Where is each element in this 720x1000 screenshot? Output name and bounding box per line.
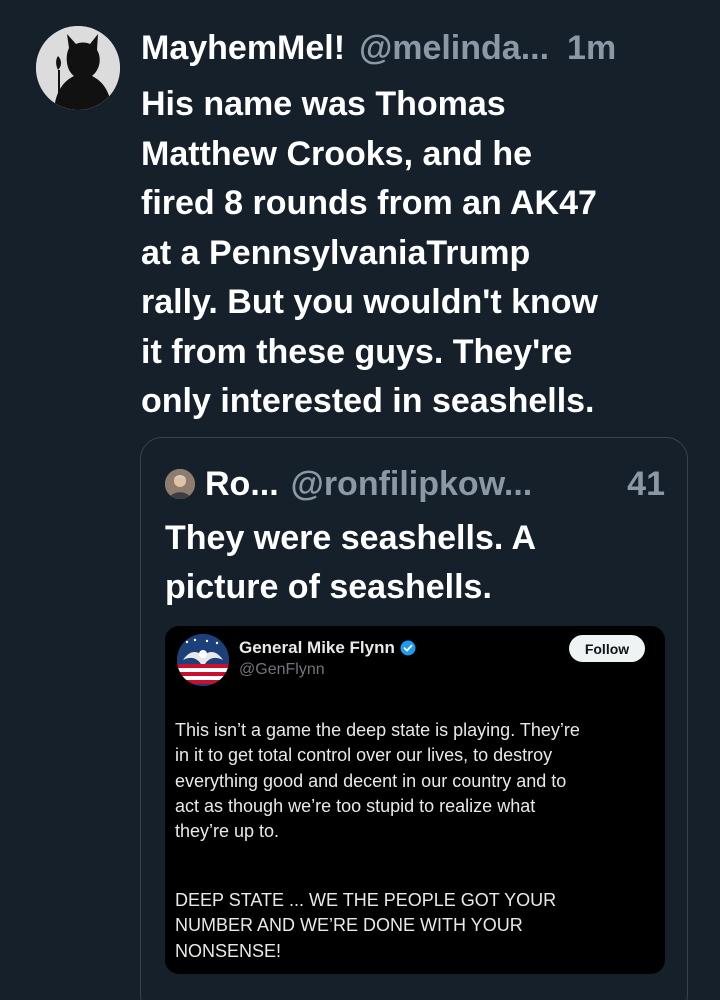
- author-avatar[interactable]: [36, 26, 120, 110]
- quoted-post-text: They were seashells. A picture of seashe…: [165, 519, 537, 606]
- post-timestamp[interactable]: 1m: [567, 29, 616, 68]
- verified-badge-icon: [400, 640, 416, 656]
- post-text: His name was Thomas Matthew Crooks, and …: [141, 85, 599, 420]
- person-avatar-icon: [165, 469, 195, 499]
- silhouette-avatar-icon: [36, 26, 120, 110]
- quoted-author-avatar[interactable]: [165, 469, 195, 499]
- embedded-tweet-text: This isn’t a game the deep state is play…: [175, 720, 580, 842]
- embedded-author-avatar: [177, 634, 229, 686]
- quoted-author-name[interactable]: Ro...: [205, 465, 279, 504]
- author-name[interactable]: MayhemMel!: [141, 29, 345, 68]
- embedded-author-name-row: General Mike Flynn: [239, 638, 416, 658]
- author-handle[interactable]: @melinda...: [359, 29, 549, 68]
- quoted-author-handle[interactable]: @ronfilipkow...: [291, 465, 533, 504]
- follow-button: Follow: [569, 635, 645, 662]
- eagle-flag-avatar-icon: [177, 634, 229, 686]
- embedded-tweet-image[interactable]: General Mike Flynn @GenFlynn Follow This…: [165, 626, 665, 974]
- quoted-post-timestamp[interactable]: 41: [627, 465, 665, 504]
- post-header: MayhemMel! @melinda... 1m: [141, 26, 701, 70]
- post-container: MayhemMel! @melinda... 1m His name was T…: [0, 0, 720, 1000]
- quoted-post[interactable]: Ro... @ronfilipkow... 41 They were seash…: [140, 437, 688, 1000]
- quoted-post-header: Ro... @ronfilipkow... 41: [165, 462, 665, 506]
- embedded-tweet-text-2: DEEP STATE ... WE THE PEOPLE GOT YOUR NU…: [175, 890, 557, 961]
- embedded-author-name: General Mike Flynn: [239, 638, 395, 657]
- embedded-author-handle: @GenFlynn: [239, 661, 325, 678]
